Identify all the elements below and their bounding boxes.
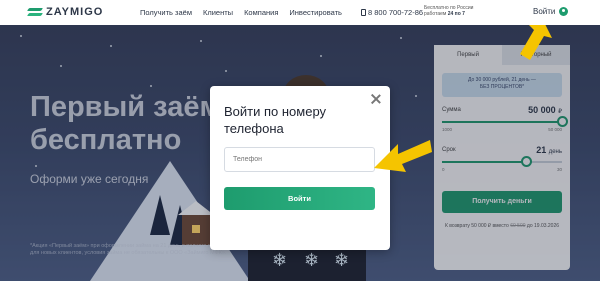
free-call-line2: работаем 24 по 7 xyxy=(424,11,504,17)
logo[interactable]: ZAYMIGO xyxy=(28,6,103,18)
free-call-hours: 24 по 7 xyxy=(447,11,465,17)
login-label[interactable]: Войти xyxy=(533,7,555,16)
login-submit-button[interactable]: Войти xyxy=(224,187,375,210)
nav-invest[interactable]: Инвестировать xyxy=(289,8,342,17)
logo-icon xyxy=(28,7,42,17)
phone-icon xyxy=(361,9,366,16)
phone-link[interactable]: 8 800 700-72-86 xyxy=(361,8,423,17)
main-nav: Получить заём Клиенты Компания Инвестиро… xyxy=(140,8,342,17)
nav-company[interactable]: Компания xyxy=(244,8,278,17)
modal-title: Войти по номеру телефона xyxy=(224,104,327,136)
free-call-info: Бесплатно по России работаем 24 по 7 xyxy=(424,5,504,17)
free-call-prefix: работаем xyxy=(424,11,448,17)
arrow-pointer-icon xyxy=(372,138,434,188)
site-header: ZAYMIGO Получить заём Клиенты Компания И… xyxy=(0,0,600,25)
logo-text: ZAYMIGO xyxy=(46,6,104,18)
close-icon[interactable] xyxy=(370,93,382,105)
login-link[interactable]: Войти xyxy=(533,7,569,16)
phone-number[interactable]: 8 800 700-72-86 xyxy=(368,8,423,17)
user-icon[interactable] xyxy=(559,7,569,16)
phone-input[interactable] xyxy=(224,147,375,172)
nav-clients[interactable]: Клиенты xyxy=(203,8,233,17)
nav-get-loan[interactable]: Получить заём xyxy=(140,8,192,17)
login-modal: Войти по номеру телефона Войти xyxy=(210,86,390,250)
